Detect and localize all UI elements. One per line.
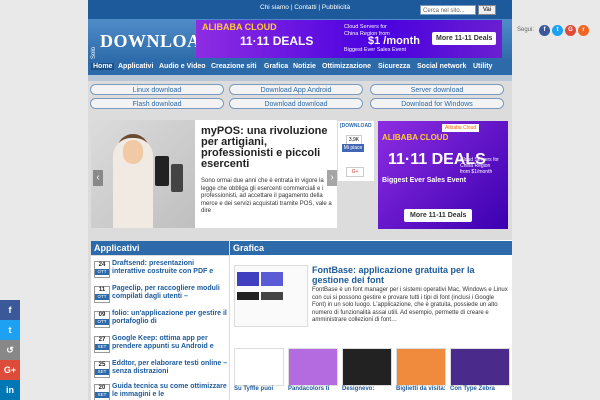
ad-tag: Alibaba Cloud bbox=[442, 124, 480, 132]
ad-side-line3: Cloud Servers for China Region from $1/m… bbox=[460, 157, 499, 175]
list-item-title[interactable]: Draftsend: presentazioni interattive cos… bbox=[112, 260, 228, 276]
ad-price: $1 /month bbox=[368, 35, 420, 47]
applicativi-heading[interactable]: Applicativi bbox=[91, 241, 229, 255]
thumb-biglietti[interactable] bbox=[396, 348, 446, 386]
thumb-tyffle[interactable] bbox=[234, 348, 284, 386]
image-block bbox=[237, 272, 259, 286]
list-item[interactable]: 24 OTT Draftsend: presentazioni interatti… bbox=[91, 258, 229, 280]
nav-grafica[interactable]: Grafica bbox=[264, 63, 288, 70]
nav-shadow bbox=[88, 75, 512, 81]
logo-prefix: Solo bbox=[91, 46, 97, 59]
date-badge: 25 SET bbox=[94, 361, 110, 378]
ad-line1: ALIBABA CLOUD bbox=[202, 22, 277, 32]
gplus-icon[interactable]: G bbox=[565, 25, 576, 36]
list-item[interactable]: 11 OTT Pageclip, per raccogliere moduli c… bbox=[91, 283, 229, 305]
header: Solo DOWNLOAD ALIBABA CLOUD 11·11 DEALS … bbox=[88, 19, 512, 61]
list-item-title[interactable]: folio: un'applicazione per gestire il po… bbox=[112, 310, 228, 326]
share-gplus-icon[interactable]: G+ bbox=[0, 360, 20, 380]
thumb-label[interactable]: Biglietti da visita: bbox=[396, 386, 446, 392]
date-badge: 20 SET bbox=[94, 384, 110, 400]
featured-title[interactable]: myPOS: una rivoluzione per artigiani, pr… bbox=[201, 126, 333, 170]
pill-android-download[interactable]: Download App Android bbox=[229, 84, 363, 95]
list-item[interactable]: 25 SET Eddtor, per elaborare testi online… bbox=[91, 358, 229, 380]
widget-logo: [DOWNLOAD bbox=[340, 123, 372, 129]
rss-icon[interactable]: r bbox=[578, 25, 589, 36]
grafica-heading[interactable]: Grafica bbox=[230, 241, 512, 255]
nav-notizie[interactable]: Notizie bbox=[293, 63, 316, 70]
thumb-label[interactable]: Pandacolors ti bbox=[288, 386, 329, 392]
ad-line4: Biggest Ever Sales Event bbox=[344, 47, 407, 53]
search-button[interactable]: Vai bbox=[478, 5, 496, 15]
featured-image[interactable]: ‹ bbox=[91, 120, 195, 228]
pos-device-shape bbox=[155, 156, 169, 186]
thumb-typezebra[interactable] bbox=[450, 348, 510, 386]
ad-line2: 11·11 DEALS bbox=[240, 34, 314, 48]
follow-label: Segui: bbox=[517, 27, 535, 33]
slider-prev-icon[interactable]: ‹ bbox=[93, 170, 103, 186]
nav-sicurezza[interactable]: Sicurezza bbox=[378, 63, 410, 70]
page: Chi siamo | Contatti | Pubblicità Cerca … bbox=[88, 0, 512, 400]
list-item[interactable]: 20 SET Guida tecnica su come ottimizzare … bbox=[91, 381, 229, 400]
ad-side-line4: Biggest Ever Sales Event bbox=[382, 177, 467, 184]
pill-linux-download[interactable]: Linux download bbox=[90, 84, 224, 95]
share-facebook-icon[interactable]: f bbox=[0, 300, 20, 320]
facebook-like-button[interactable]: Mi piace bbox=[342, 144, 364, 152]
ad-side-line1: ALIBABA CLOUD bbox=[382, 133, 449, 142]
nav-home[interactable]: Home bbox=[91, 63, 115, 70]
list-item[interactable]: 09 OTT folio: un'applicazione per gestire… bbox=[91, 308, 229, 330]
image-block bbox=[261, 272, 283, 286]
date-badge: 24 OTT bbox=[94, 261, 110, 278]
share-print-icon[interactable]: ↺ bbox=[0, 340, 20, 360]
pill-download-download[interactable]: Download download bbox=[229, 98, 363, 109]
ad-side-cta-button[interactable]: More 11-11 Deals bbox=[404, 209, 473, 222]
twitter-icon[interactable]: t bbox=[552, 25, 563, 36]
date-badge: 09 OTT bbox=[94, 311, 110, 328]
list-item-title[interactable]: Guida tecnica su come ottimizzare le imm… bbox=[112, 383, 228, 399]
thumb-label[interactable]: Con Type Zebra bbox=[450, 386, 495, 392]
pill-flash-download[interactable]: Flash download bbox=[90, 98, 224, 109]
nav-social-network[interactable]: Social network bbox=[417, 63, 466, 70]
person-face-shape bbox=[123, 140, 143, 164]
thumb-label[interactable]: Su Tyffle puoi bbox=[234, 386, 273, 392]
thumb-designevo[interactable] bbox=[342, 348, 392, 386]
nav-ottimizzazione[interactable]: Ottimizzazione bbox=[322, 63, 371, 70]
facebook-icon[interactable]: f bbox=[539, 25, 550, 36]
pill-windows-download[interactable]: Download for Windows bbox=[370, 98, 504, 109]
list-item-title[interactable]: Eddtor, per elaborare testi online – sen… bbox=[112, 360, 228, 376]
article-title[interactable]: FontBase: applicazione gratuita per la g… bbox=[312, 265, 508, 285]
applicativi-list: 24 OTT Draftsend: presentazioni interatti… bbox=[91, 256, 229, 400]
list-item[interactable]: 27 SET Google Keep: ottima app per prende… bbox=[91, 333, 229, 355]
nav-applicativi[interactable]: Applicativi bbox=[118, 63, 153, 70]
gplus-button[interactable]: G+ bbox=[346, 167, 364, 177]
main-nav: Home Applicativi Audio e Video Creazione… bbox=[88, 61, 512, 75]
date-badge: 27 SET bbox=[94, 336, 110, 353]
list-item-title[interactable]: Pageclip, per raccogliere moduli compila… bbox=[112, 285, 228, 301]
nav-audio-video[interactable]: Audio e Video bbox=[159, 63, 206, 70]
grafica-section: Grafica FontBase: applicazione gratuita … bbox=[230, 240, 512, 400]
featured-slider[interactable]: ‹ › myPOS: una rivoluzione per artigiani… bbox=[91, 120, 337, 228]
top-links[interactable]: Chi siamo | Contatti | Pubblicità bbox=[260, 4, 350, 11]
top-bar: Chi siamo | Contatti | Pubblicità Cerca … bbox=[88, 0, 512, 19]
top-banner-ad[interactable]: ALIBABA CLOUD 11·11 DEALS Cloud Servers … bbox=[196, 20, 502, 58]
nav-utility[interactable]: Utility bbox=[473, 63, 492, 70]
search-input[interactable]: Cerca nel sito... bbox=[420, 5, 476, 15]
thumb-label[interactable]: Designevo: bbox=[342, 386, 374, 392]
nav-creazione-siti[interactable]: Creazione siti bbox=[211, 63, 257, 70]
list-item-title[interactable]: Google Keep: ottima app per prendere app… bbox=[112, 335, 228, 351]
image-block bbox=[237, 292, 259, 300]
date-badge: 11 OTT bbox=[94, 286, 110, 303]
pill-server-download[interactable]: Server download bbox=[370, 84, 504, 95]
side-banner-ad[interactable]: Alibaba Cloud ALIBABA CLOUD 11·11 DEALS … bbox=[378, 121, 508, 229]
featured-excerpt: Sono ormai due anni che è entrata in vig… bbox=[201, 178, 332, 214]
image-block bbox=[261, 292, 283, 300]
pos-device-shape-2 bbox=[171, 164, 183, 192]
share-linkedin-icon[interactable]: in bbox=[0, 380, 20, 400]
article-image[interactable] bbox=[234, 265, 308, 327]
thumb-pandacolors[interactable] bbox=[288, 348, 338, 386]
article-excerpt: FontBase è un font manager per i sistemi… bbox=[312, 287, 508, 323]
social-widget: [DOWNLOAD 3,9K Mi piace G+ bbox=[338, 121, 374, 181]
ad-cta-button[interactable]: More 11-11 Deals bbox=[432, 32, 497, 45]
share-twitter-icon[interactable]: t bbox=[0, 320, 20, 340]
